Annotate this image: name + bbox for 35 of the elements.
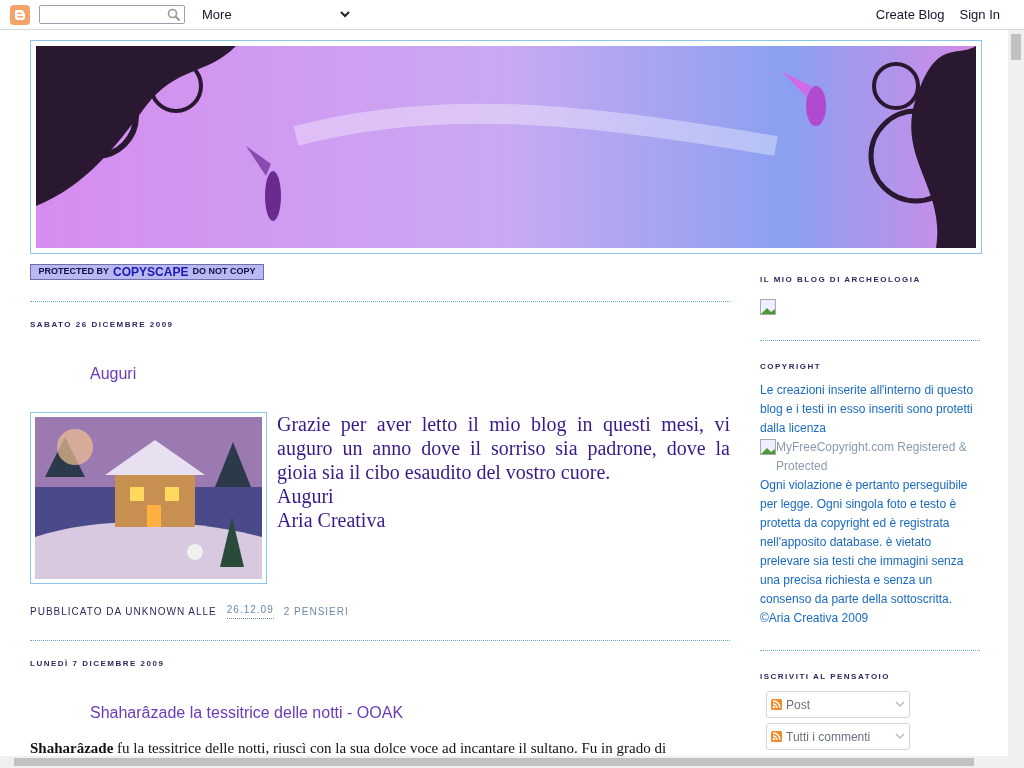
- widget-title: IL MIO BLOG DI ARCHEOLOGIA: [760, 274, 922, 286]
- widget-title: ISCRIVITI AL PENSATOIO: [760, 671, 892, 683]
- search-icon: [167, 7, 181, 22]
- post-text: Aria Creativa: [277, 508, 387, 532]
- date-header: LUNEDÌ 7 DICEMBRE 2009: [30, 658, 166, 670]
- nav-link[interactable]: Create Blog: [875, 4, 945, 25]
- post-time-link[interactable]: 26.12.09: [226, 604, 274, 619]
- vertical-scrollbar[interactable]: [1008, 30, 1024, 756]
- post-byline: PUBBLICATO DA UNKNOWN ALLE: [30, 605, 217, 619]
- search-field[interactable]: [39, 5, 185, 24]
- image-alt-text: MyFreeCopyright.com Registered & Protected: [776, 439, 968, 475]
- date-header: SABATO 26 DICEMBRE 2009: [30, 319, 175, 331]
- copyright-text: Le creazioni inserite all'interno di questo blog e i testi in esso inseriti sono protetti dalla licenza: [760, 382, 975, 437]
- chevron-down-icon: [895, 701, 905, 708]
- more-dropdown[interactable]: More: [202, 4, 350, 25]
- post-text: Shaharâzade fu la tessitrice delle notti, riuscì con la sua dolce voce ad incantare il sultano. Fu in grado di: [30, 739, 668, 758]
- feed-dropdown[interactable]: Post: [766, 691, 910, 718]
- post-title[interactable]: Auguri: [90, 362, 137, 386]
- copyscape-badge[interactable]: PROTECTED BY COPYSCAPE DO NOT COPY: [30, 264, 264, 280]
- chevron-down-icon: [895, 733, 905, 740]
- nav-link[interactable]: Sign In: [959, 4, 1000, 25]
- broken-image-icon: [760, 439, 776, 455]
- chevron-down-icon: [340, 11, 350, 18]
- feed-dropdown[interactable]: Tutti i commenti: [766, 723, 910, 750]
- post-text: Auguri: [277, 484, 335, 508]
- rss-icon: [771, 731, 782, 742]
- rss-icon: [771, 699, 782, 710]
- post-text: Grazie per aver letto il mio blog in questi mesi, vi auguro un anno dove il sorriso sia padrone, dove la gioia sia il cibo esaudito del vostro cuore.: [277, 412, 730, 484]
- broken-image-icon: [760, 298, 776, 315]
- blogger-logo-icon: [10, 4, 30, 25]
- post-title[interactable]: Shaharâzade la tessitrice delle notti - OOAK: [90, 701, 404, 725]
- copyright-text: Ogni violazione è pertanto perseguibile per legge. Ogni singola foto e testo è protetta da copyright ed è registrata nell'apposito database. è vietato prelevare sia testi che immagini senza una precisa richiesta e senza un consenso da parte della sottoscritta. ©Aria Creativa 2009: [760, 477, 969, 627]
- comments-link[interactable]: 2 PENSIERI: [283, 604, 349, 619]
- widget-title: COPYRIGHT: [760, 361, 823, 373]
- horizontal-scrollbar[interactable]: [0, 756, 1024, 768]
